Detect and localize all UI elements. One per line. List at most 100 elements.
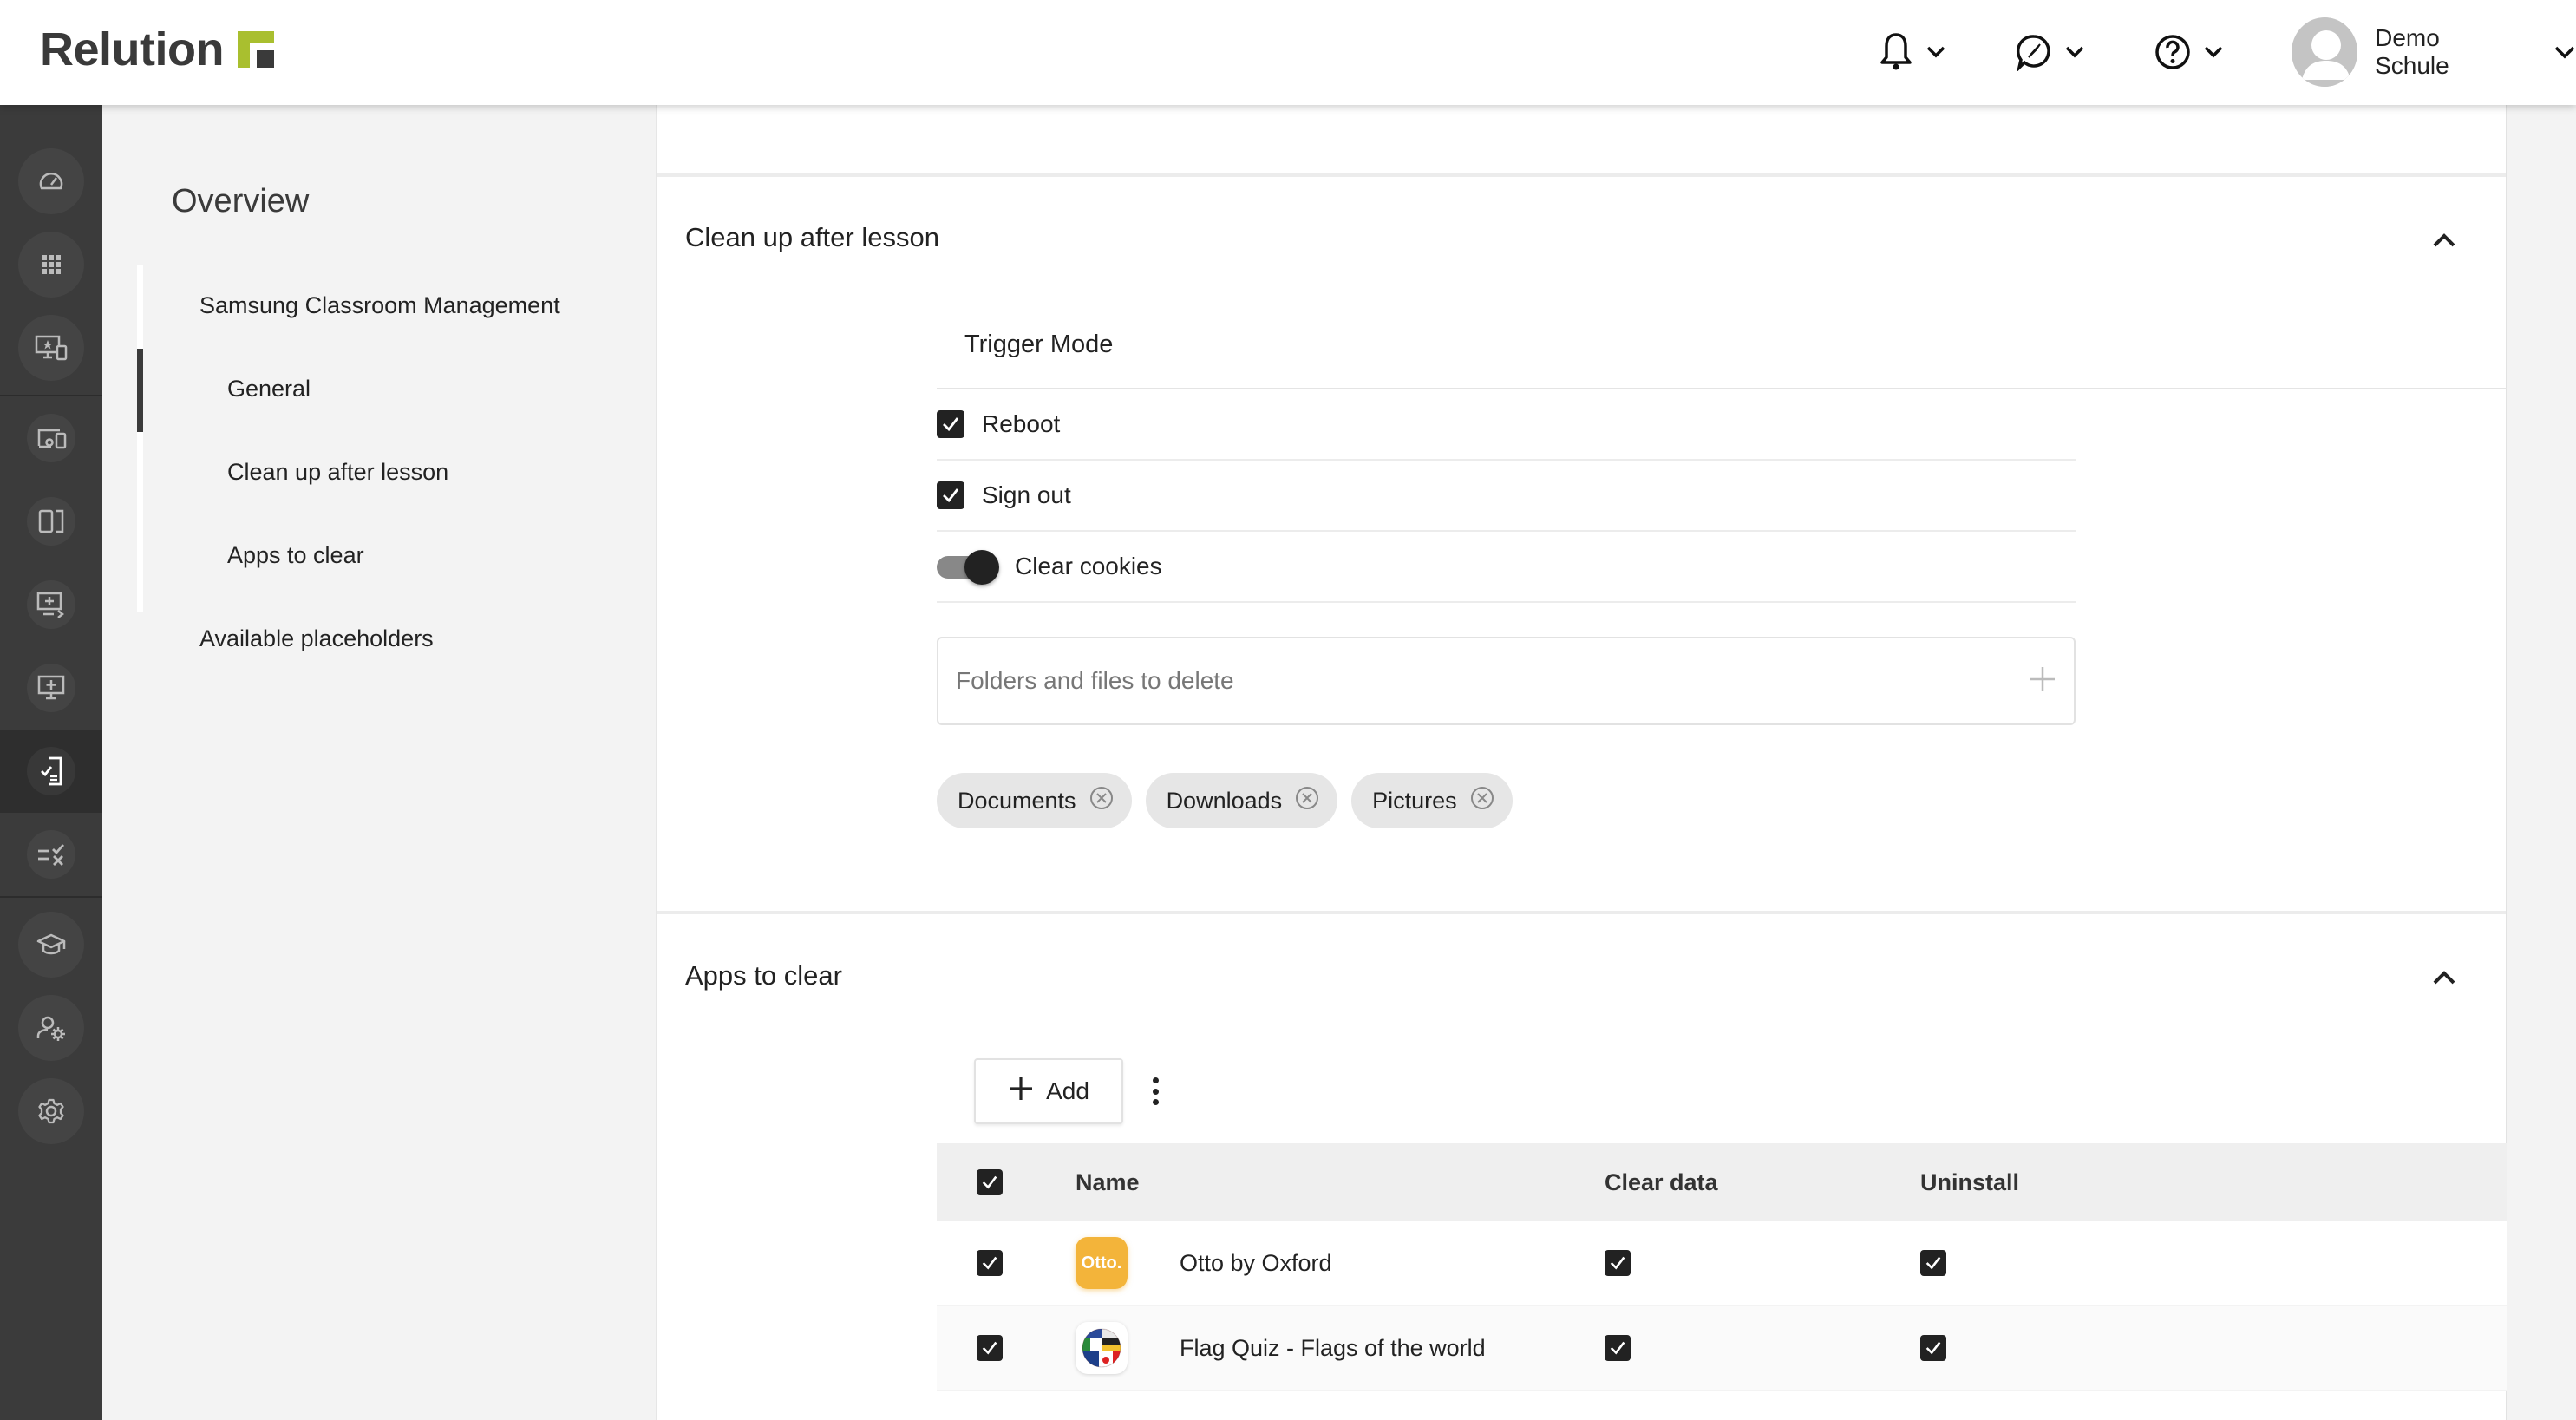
nav-item-tablets[interactable] [0,480,102,563]
column-header-uninstall[interactable]: Uninstall [1920,1169,2267,1196]
nav-group-2 [0,396,102,898]
apps-section-title: Apps to clear [685,960,842,991]
clear-cookies-label: Clear cookies [1015,553,1162,579]
overview-active-indicator [137,349,143,432]
nav-item-compliance[interactable] [0,813,102,896]
overview-panel: Overview Samsung Classroom Management Ge… [102,105,656,1420]
top-header: Relution Demo Schule [0,0,2576,105]
help-button[interactable] [2154,26,2224,78]
add-app-button[interactable]: Add [974,1058,1123,1124]
trigger-mode-label: Trigger Mode [964,330,1114,358]
column-header-clear-data[interactable]: Clear data [1605,1169,1920,1196]
path-chips: Documents Downloads Pictures [937,773,1513,828]
user-name: Demo Schule [2375,24,2449,79]
remove-chip-button[interactable] [1089,785,1115,817]
table-row[interactable]: Otto. Otto by Oxford [937,1221,2507,1306]
nav-item-dashboard[interactable] [0,140,102,223]
settings-gear-icon [37,1097,65,1125]
add-path-button[interactable] [2029,665,2056,697]
chip-documents: Documents [937,773,1132,828]
nav-item-education[interactable] [0,903,102,986]
overview-item-apps-to-clear[interactable]: Apps to clear [227,542,364,569]
nav-item-provisioning[interactable] [0,563,102,646]
collapse-apps-button[interactable] [2431,969,2457,991]
nav-item-settings[interactable] [0,1070,102,1153]
kebab-dot [1152,1088,1159,1095]
nav-item-device-groups[interactable] [0,396,102,480]
help-circle-icon [2154,34,2191,70]
dashboard-gauge-icon [38,171,64,192]
table-header: Name Clear data Uninstall [937,1143,2507,1221]
chevron-down-icon [2064,45,2085,59]
collapse-cleanup-button[interactable] [2431,232,2457,253]
uninstall-checkbox[interactable] [1920,1335,1946,1361]
close-circle-icon [1469,785,1495,817]
option-clear-cookies: Clear cookies [937,532,2076,603]
right-gutter [2507,105,2576,1420]
tablet-icon [37,508,65,534]
remove-chip-button[interactable] [1469,785,1495,817]
education-cap-icon [36,932,66,957]
chevron-down-icon [2553,45,2576,59]
overview-item-samsung-classroom[interactable]: Samsung Classroom Management [199,292,560,319]
more-options-button[interactable] [1145,1074,1166,1109]
column-header-name[interactable]: Name [1076,1169,1605,1196]
remove-chip-button[interactable] [1294,785,1320,817]
kebab-dot [1152,1077,1159,1083]
plus-icon [1008,1076,1034,1108]
nav-item-apps[interactable] [0,223,102,306]
user-settings-icon [36,1015,66,1041]
row-select-checkbox[interactable] [977,1250,1003,1276]
nav-item-policies[interactable] [0,730,102,813]
monitor-add-icon [37,675,65,701]
apps-grid-icon [41,254,62,275]
overview-item-placeholders[interactable]: Available placeholders [199,625,434,652]
compliance-list-icon [36,843,66,866]
bell-icon [1879,31,1913,73]
logo-text: Relution [40,23,224,75]
overview-item-clean-up[interactable]: Clean up after lesson [227,459,448,486]
uninstall-checkbox[interactable] [1920,1250,1946,1276]
sign-out-label: Sign out [982,481,1071,508]
monitor-add-arrow-icon [36,592,66,618]
overview-title: Overview [172,183,310,219]
clear-data-checkbox[interactable] [1605,1250,1631,1276]
user-menu-button[interactable]: Demo Schule [2292,14,2576,90]
apps-table: Name Clear data Uninstall Otto. Otto by … [937,1143,2507,1391]
row-select-checkbox[interactable] [977,1335,1003,1361]
reboot-checkbox[interactable] [937,410,964,438]
clear-data-checkbox[interactable] [1605,1335,1631,1361]
chevron-up-icon [2431,971,2457,990]
option-sign-out: Sign out [937,461,2076,532]
flag-quiz-app-icon [1076,1322,1128,1374]
kebab-dot [1152,1099,1159,1105]
device-group-icon [36,427,67,449]
close-circle-icon [1294,785,1320,817]
folders-files-input[interactable] [956,667,2029,695]
nav-item-user-settings[interactable] [0,986,102,1070]
chip-label: Downloads [1166,787,1283,814]
select-all-checkbox[interactable] [977,1169,1003,1195]
section-divider [657,173,2506,177]
overview-track [137,265,143,612]
nav-group-1 [0,140,102,396]
relution-logo[interactable]: Relution [40,23,274,76]
plus-icon [2029,665,2056,697]
overview-item-general[interactable]: General [227,376,311,402]
nav-item-devices[interactable] [0,306,102,389]
sign-out-checkbox[interactable] [937,481,964,509]
clear-cookies-toggle[interactable] [937,548,1001,585]
add-label: Add [1046,1077,1089,1104]
cleanup-section-title: Clean up after lesson [685,222,939,252]
main-content: Clean up after lesson Trigger Mode Reboo… [656,105,2507,1420]
chip-label: Pictures [1372,787,1457,814]
close-circle-icon [1089,785,1115,817]
notifications-button[interactable] [1879,26,1946,78]
chevron-up-icon [2431,233,2457,252]
otto-app-icon: Otto. [1076,1237,1128,1289]
nav-item-enrollment[interactable] [0,646,102,730]
main-navigation [0,105,102,1420]
explore-button[interactable] [2016,26,2085,78]
table-row[interactable]: Flag Quiz - Flags of the world [937,1306,2507,1391]
section-divider [657,911,2506,914]
